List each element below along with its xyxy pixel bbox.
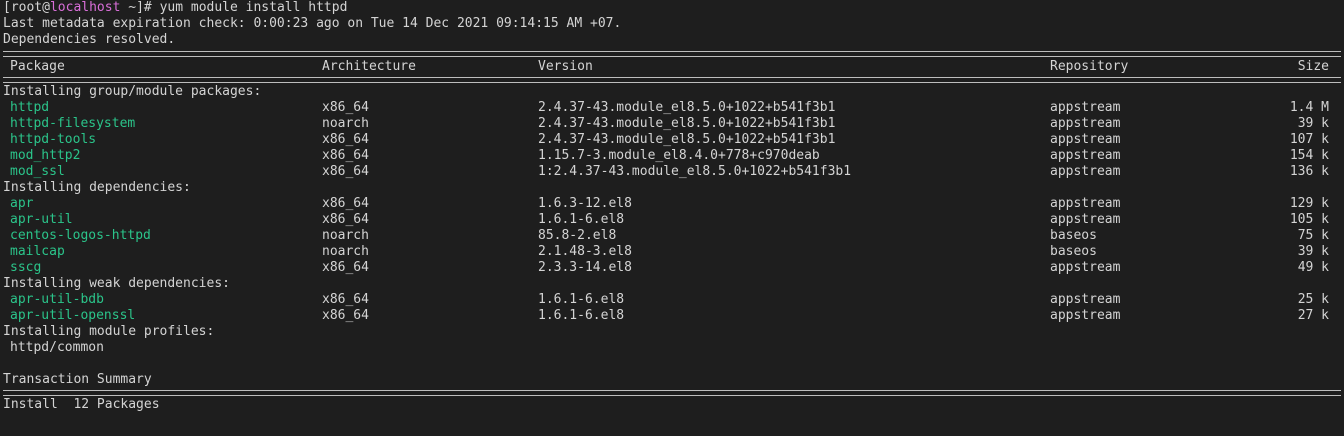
package-version: 1.6.3-12.el8 <box>538 196 632 211</box>
package-row: mod_ssl x86_64 1:2.4.37-43.module_el8.5.0+… <box>3 164 1341 180</box>
package-size: 107 k <box>1289 132 1329 147</box>
package-row: apr-util-openssl x86_64 1.6.1-6.el8 appstre… <box>3 308 1341 324</box>
package-row: mailcap noarch 2.1.48-3.el8 baseos 39 k <box>3 244 1341 260</box>
terminal-window[interactable]: { "prompt": { "open": "[root@", "host": … <box>0 0 1344 436</box>
package-size: 25 k <box>1297 292 1329 307</box>
package-arch: x86_64 <box>322 292 369 307</box>
package-size: 154 k <box>1289 148 1329 163</box>
group-title: Installing weak dependencies: <box>3 276 230 291</box>
package-arch: x86_64 <box>322 196 369 211</box>
header-version: Version <box>538 59 593 74</box>
package-repository: appstream <box>1050 260 1121 275</box>
group-title: Installing group/module packages: <box>3 84 262 99</box>
package-row: sscg x86_64 2.3.3-14.el8 appstream 49 k <box>3 260 1341 276</box>
package-name: mailcap <box>10 244 65 259</box>
terminal-output: [root@localhost ~]# yum module install h… <box>3 0 1341 413</box>
package-size: 1.4 M <box>1289 100 1329 115</box>
package-version: 2.4.37-43.module_el8.5.0+1022+b541f3b1 <box>538 100 836 115</box>
package-version: 1.15.7-3.module_el8.4.0+778+c970deab <box>538 148 820 163</box>
prompt-line: [root@localhost ~]# yum module install h… <box>3 0 1341 16</box>
package-arch: x86_64 <box>322 308 369 323</box>
package-size: 39 k <box>1297 116 1329 131</box>
package-arch: x86_64 <box>322 148 369 163</box>
package-repository: appstream <box>1050 148 1121 163</box>
dependencies-resolved-line: Dependencies resolved. <box>3 32 176 47</box>
prompt-path: ~]# <box>120 0 160 15</box>
package-size: 39 k <box>1297 244 1329 259</box>
package-row: httpd x86_64 2.4.37-43.module_el8.5.0+1022… <box>3 100 1341 116</box>
package-arch: x86_64 <box>322 164 369 179</box>
header-size: Size <box>1297 59 1329 74</box>
package-arch: x86_64 <box>322 100 369 115</box>
package-version: 2.4.37-43.module_el8.5.0+1022+b541f3b1 <box>538 132 836 147</box>
header-separator-top <box>3 51 1341 57</box>
package-name: apr <box>10 196 34 211</box>
package-version: 1.6.1-6.el8 <box>538 292 625 307</box>
package-name: mod_http2 <box>10 148 81 163</box>
package-arch: noarch <box>322 228 369 243</box>
package-name: mod_ssl <box>10 164 65 179</box>
prompt-hostname: localhost <box>49 0 121 15</box>
package-name: centos-logos-httpd <box>10 228 151 243</box>
package-version: 2.4.37-43.module_el8.5.0+1022+b541f3b1 <box>538 116 836 131</box>
package-version: 1.6.1-6.el8 <box>538 308 625 323</box>
summary-separator <box>3 390 1341 396</box>
header-package: Package <box>10 59 65 74</box>
metadata-line: Last metadata expiration check: 0:00:23 … <box>3 16 622 31</box>
package-name: apr-util-openssl <box>10 308 136 323</box>
package-arch: x86_64 <box>322 132 369 147</box>
package-size: 27 k <box>1297 308 1329 323</box>
transaction-summary-title: Transaction Summary <box>3 372 152 387</box>
package-arch: x86_64 <box>322 212 369 227</box>
package-row: apr-util-bdb x86_64 1.6.1-6.el8 appstream 25… <box>3 292 1341 308</box>
package-row: centos-logos-httpd noarch 85.8-2.el8 baseos… <box>3 228 1341 244</box>
group-title: Installing dependencies: <box>3 180 191 195</box>
package-arch: noarch <box>322 116 369 131</box>
package-size: 136 k <box>1289 164 1329 179</box>
package-size: 105 k <box>1289 212 1329 227</box>
package-arch: noarch <box>322 244 369 259</box>
install-count-line: Install 12 Packages <box>3 397 160 412</box>
package-row: mod_http2 x86_64 1.15.7-3.module_el8.4.0+7… <box>3 148 1341 164</box>
package-repository: appstream <box>1050 196 1121 211</box>
package-name: httpd <box>10 100 50 115</box>
package-size: 75 k <box>1297 228 1329 243</box>
package-name: apr-util <box>10 212 73 227</box>
package-repository: appstream <box>1050 212 1121 227</box>
package-size: 129 k <box>1289 196 1329 211</box>
package-version: 1.6.1-6.el8 <box>538 212 625 227</box>
profile-item: httpd/common <box>10 340 104 355</box>
package-repository: baseos <box>1050 244 1097 259</box>
package-row: httpd-filesystem noarch 2.4.37-43.module_e… <box>3 116 1341 132</box>
package-name: apr-util-bdb <box>10 292 104 307</box>
package-version: 2.1.48-3.el8 <box>538 244 632 259</box>
package-size: 49 k <box>1297 260 1329 275</box>
package-arch: x86_64 <box>322 260 369 275</box>
package-repository: appstream <box>1050 292 1121 307</box>
package-repository: appstream <box>1050 164 1121 179</box>
package-repository: appstream <box>1050 132 1121 147</box>
prompt-user: [root@ <box>3 0 50 15</box>
package-row: apr x86_64 1.6.3-12.el8 appstream 129 k <box>3 196 1341 212</box>
header-separator-bottom <box>3 77 1341 83</box>
header-architecture: Architecture <box>322 59 416 74</box>
package-groups: Installing group/module packages: httpd x8… <box>3 84 1341 324</box>
package-version: 85.8-2.el8 <box>538 228 617 243</box>
profiles-title: Installing module profiles: <box>3 324 215 339</box>
package-name: httpd-tools <box>10 132 97 147</box>
table-header: Package Architecture Version Repository … <box>3 59 1341 75</box>
package-version: 2.3.3-14.el8 <box>538 260 632 275</box>
package-name: sscg <box>10 260 42 275</box>
package-repository: baseos <box>1050 228 1097 243</box>
package-repository: appstream <box>1050 100 1121 115</box>
package-name: httpd-filesystem <box>10 116 136 131</box>
package-repository: appstream <box>1050 308 1121 323</box>
package-version: 1:2.4.37-43.module_el8.5.0+1022+b541f3b1 <box>538 164 852 179</box>
package-row: httpd-tools x86_64 2.4.37-43.module_el8.5.… <box>3 132 1341 148</box>
package-repository: appstream <box>1050 116 1121 131</box>
header-repository: Repository <box>1050 59 1129 74</box>
command-text: yum module install httpd <box>159 0 348 15</box>
package-row: apr-util x86_64 1.6.1-6.el8 appstream 105 k <box>3 212 1341 228</box>
